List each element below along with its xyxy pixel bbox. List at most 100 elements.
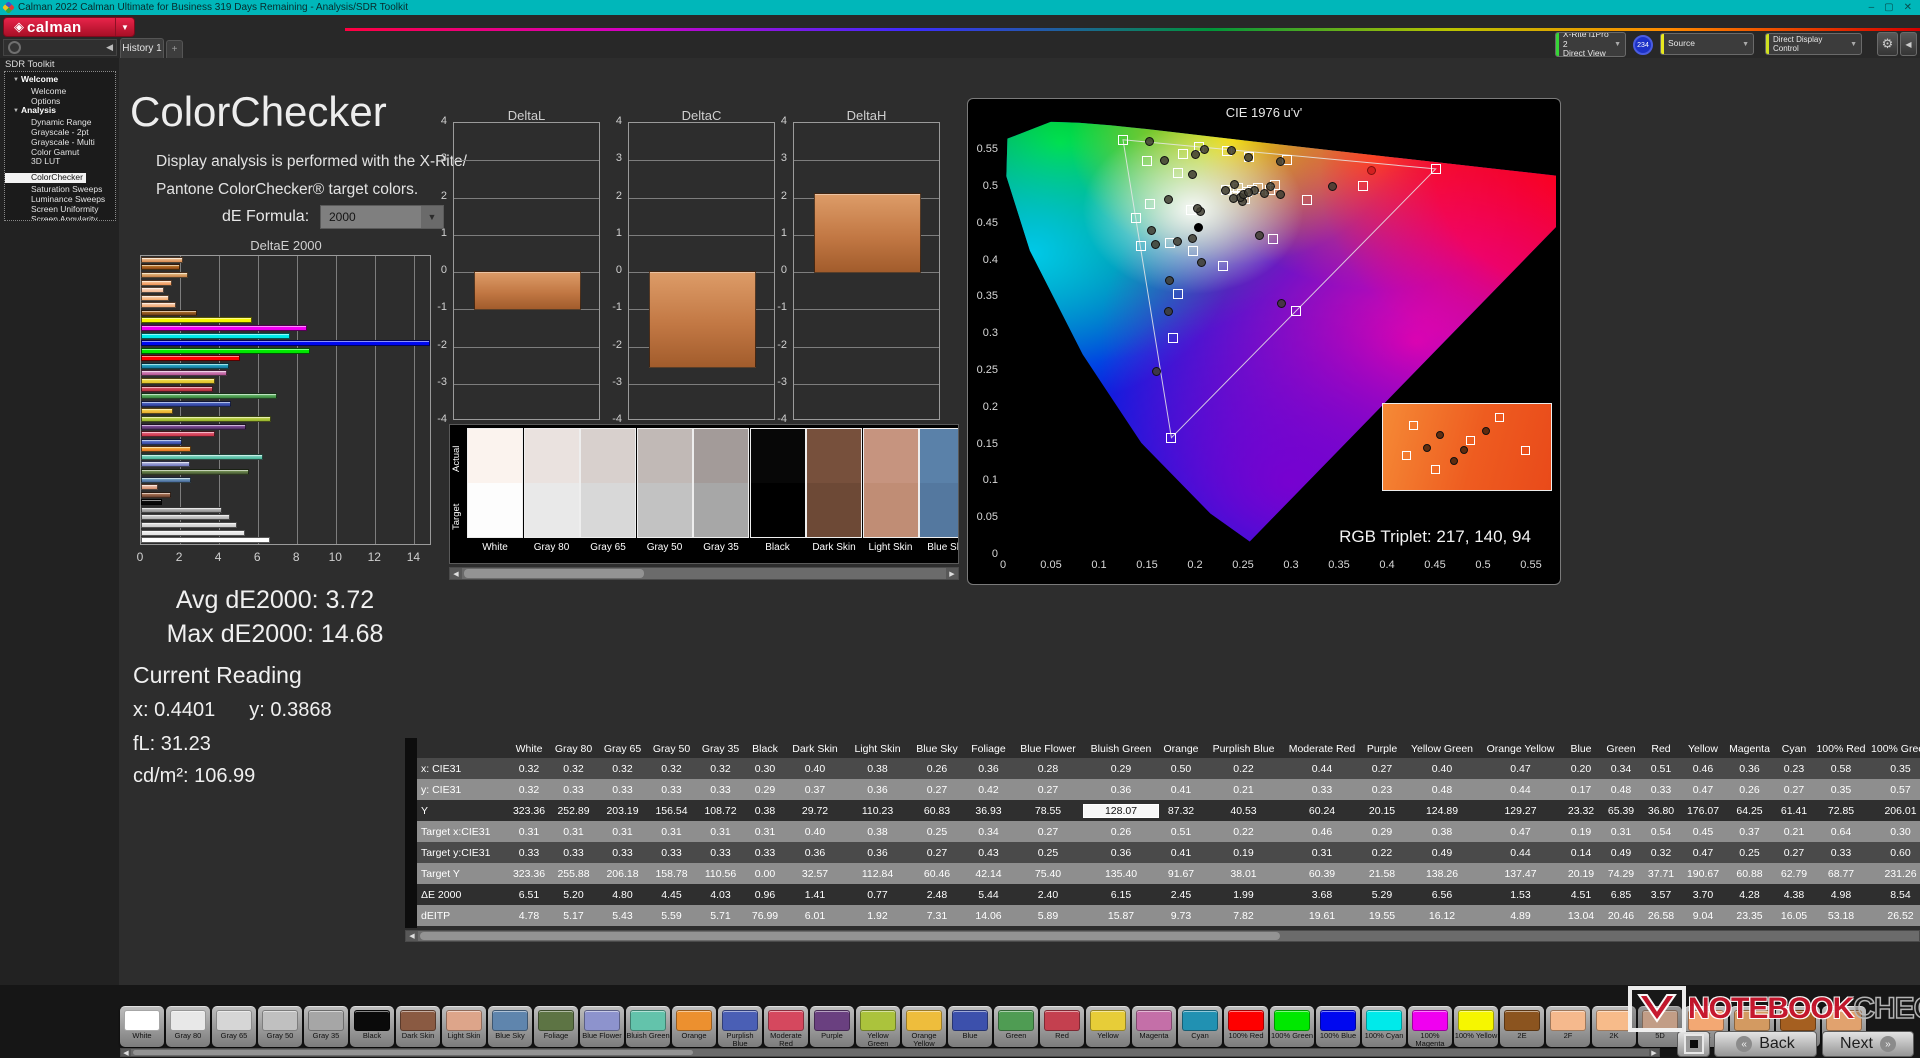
- table-cell[interactable]: 72.85: [1814, 805, 1868, 817]
- tree-item-welcome[interactable]: Welcome: [5, 86, 115, 97]
- table-cell[interactable]: 0.32: [647, 763, 696, 775]
- calman-menu-arrow-icon[interactable]: ▼: [115, 18, 134, 36]
- table-cell[interactable]: 42.14: [964, 868, 1013, 880]
- table-cell[interactable]: 0.96: [745, 889, 785, 901]
- patch-button-orange[interactable]: Orange: [672, 1006, 716, 1047]
- table-cell[interactable]: 0.44: [1284, 763, 1360, 775]
- table-cell[interactable]: 5.71: [696, 910, 745, 922]
- patch-button-gray-50[interactable]: Gray 50: [258, 1006, 302, 1047]
- table-cell[interactable]: 3.57: [1641, 889, 1681, 901]
- table-cell[interactable]: 38.01: [1203, 868, 1284, 880]
- patch-button-gray-35[interactable]: Gray 35: [304, 1006, 348, 1047]
- patch-button-100-green[interactable]: 100% Green: [1270, 1006, 1314, 1047]
- table-cell[interactable]: 0.22: [1203, 826, 1284, 838]
- table-cell[interactable]: 0.51: [1641, 763, 1681, 775]
- table-cell[interactable]: 0.44: [1480, 784, 1561, 796]
- table-cell[interactable]: 0.31: [509, 826, 549, 838]
- table-cell[interactable]: 61.41: [1774, 805, 1814, 817]
- maximize-icon[interactable]: ▢: [1884, 2, 1893, 13]
- table-cell[interactable]: 0.19: [1203, 847, 1284, 859]
- patch-button-light-skin[interactable]: Light Skin: [442, 1006, 486, 1047]
- table-cell[interactable]: 0.40: [785, 826, 845, 838]
- table-cell[interactable]: 16.05: [1774, 910, 1814, 922]
- table-cell[interactable]: 1.53: [1480, 889, 1561, 901]
- table-cell[interactable]: 0.47: [1480, 826, 1561, 838]
- table-cell[interactable]: 6.51: [509, 889, 549, 901]
- table-cell[interactable]: 0.25: [1013, 847, 1083, 859]
- patch-button-blue-sky[interactable]: Blue Sky: [488, 1006, 532, 1047]
- table-cell[interactable]: 53.18: [1814, 910, 1868, 922]
- patch-button-yellow[interactable]: Yellow: [1086, 1006, 1130, 1047]
- table-cell[interactable]: 108.72: [696, 805, 745, 817]
- table-cell[interactable]: 0.19: [1561, 826, 1601, 838]
- table-cell[interactable]: 0.28: [1013, 763, 1083, 775]
- table-cell[interactable]: 60.46: [910, 868, 964, 880]
- table-cell[interactable]: 19.61: [1284, 910, 1360, 922]
- table-cell[interactable]: 0.36: [785, 847, 845, 859]
- table-cell[interactable]: 0.36: [1083, 784, 1159, 796]
- table-cell[interactable]: 0.49: [1404, 847, 1480, 859]
- table-cell[interactable]: 0.25: [910, 826, 964, 838]
- table-cell[interactable]: 0.31: [1601, 826, 1641, 838]
- table-cell[interactable]: 0.43: [964, 847, 1013, 859]
- table-cell[interactable]: 0.34: [964, 826, 1013, 838]
- table-cell[interactable]: 4.38: [1774, 889, 1814, 901]
- back-button[interactable]: « Back: [1714, 1031, 1817, 1057]
- table-cell[interactable]: 124.89: [1404, 805, 1480, 817]
- strip-scrollbar[interactable]: ◀ ▶: [449, 567, 959, 580]
- table-cell[interactable]: 4.80: [598, 889, 647, 901]
- patch-button-purplish-blue[interactable]: Purplish Blue: [718, 1006, 762, 1048]
- table-cell[interactable]: 323.36: [509, 805, 549, 817]
- footer-scroll-thumb[interactable]: [133, 1050, 693, 1055]
- table-cell[interactable]: 0.22: [1360, 847, 1404, 859]
- scroll-right-icon[interactable]: ▶: [1649, 1049, 1659, 1057]
- table-cell[interactable]: 5.17: [549, 910, 598, 922]
- table-cell[interactable]: 26.58: [1641, 910, 1681, 922]
- table-cell[interactable]: 0.17: [1561, 784, 1601, 796]
- patch-button-dark-skin[interactable]: Dark Skin: [396, 1006, 440, 1047]
- patch-button-white[interactable]: White: [120, 1006, 164, 1047]
- table-cell[interactable]: 0.31: [647, 826, 696, 838]
- table-cell[interactable]: 37.71: [1641, 868, 1681, 880]
- table-cell[interactable]: 128.07: [1083, 803, 1159, 818]
- table-cell[interactable]: 0.20: [1561, 763, 1601, 775]
- table-cell[interactable]: 0.38: [845, 826, 910, 838]
- patch-button-gray-80[interactable]: Gray 80: [166, 1006, 210, 1047]
- patch-button-100-yellow[interactable]: 100% Yellow: [1454, 1006, 1498, 1047]
- table-cell[interactable]: 4.03: [696, 889, 745, 901]
- patch-button-cyan[interactable]: Cyan: [1178, 1006, 1222, 1047]
- next-button[interactable]: Next »: [1822, 1031, 1914, 1057]
- table-cell[interactable]: 0.44: [1480, 847, 1561, 859]
- table-cell[interactable]: 0.51: [1159, 826, 1203, 838]
- minimize-icon[interactable]: –: [1869, 2, 1875, 13]
- tree-item-colorchecker[interactable]: ColorChecker: [5, 172, 86, 183]
- patch-button-magenta[interactable]: Magenta: [1132, 1006, 1176, 1047]
- table-cell[interactable]: 0.46: [1681, 763, 1725, 775]
- table-cell[interactable]: 1.41: [785, 889, 845, 901]
- tree-item-3d-lut[interactable]: 3D LUT: [5, 157, 115, 167]
- table-cell[interactable]: 23.35: [1725, 910, 1774, 922]
- table-cell[interactable]: 190.67: [1681, 868, 1725, 880]
- table-cell[interactable]: 60.39: [1284, 868, 1360, 880]
- table-cell[interactable]: 0.35: [1868, 763, 1920, 775]
- table-cell[interactable]: 0.30: [1868, 826, 1920, 838]
- table-cell[interactable]: 14.06: [964, 910, 1013, 922]
- table-cell[interactable]: 13.04: [1561, 910, 1601, 922]
- table-scrollbar[interactable]: ◀: [405, 930, 1920, 942]
- table-cell[interactable]: 0.33: [598, 784, 647, 796]
- table-cell[interactable]: 4.51: [1561, 889, 1601, 901]
- table-cell[interactable]: 129.27: [1480, 805, 1561, 817]
- table-cell[interactable]: 0.36: [1725, 763, 1774, 775]
- table-cell[interactable]: 0.31: [745, 826, 785, 838]
- panel-collapse-button[interactable]: ◀: [1900, 32, 1917, 56]
- table-cell[interactable]: 0.40: [785, 763, 845, 775]
- table-cell[interactable]: 1.92: [845, 910, 910, 922]
- table-cell[interactable]: 110.23: [845, 805, 910, 817]
- table-cell[interactable]: 4.28: [1725, 889, 1774, 901]
- table-cell[interactable]: 15.87: [1083, 910, 1159, 922]
- table-cell[interactable]: 0.00: [745, 868, 785, 880]
- table-cell[interactable]: 0.23: [1774, 763, 1814, 775]
- meter-dropdown[interactable]: X-Rite i1Pro 2 Direct View ▼: [1555, 32, 1626, 57]
- table-cell[interactable]: 0.33: [598, 847, 647, 859]
- table-cell[interactable]: 0.40: [1404, 763, 1480, 775]
